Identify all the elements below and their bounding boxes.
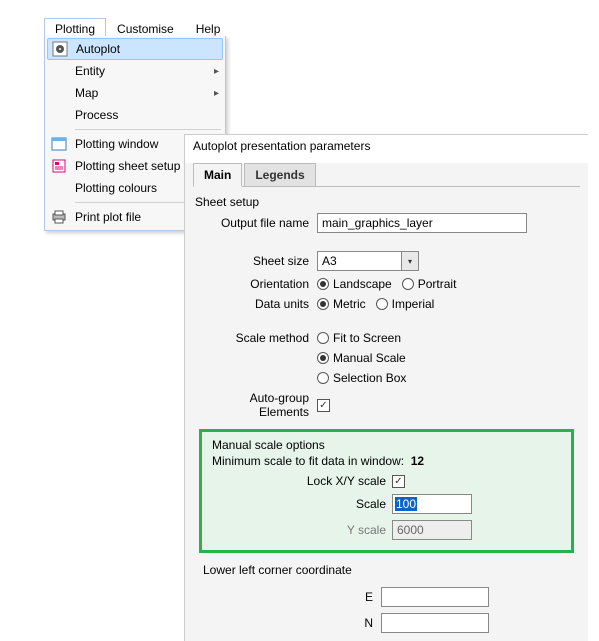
menu-item-autoplot[interactable]: Autoplot (47, 38, 223, 60)
menu-item-process[interactable]: Process (47, 104, 223, 126)
n-label: N (201, 616, 381, 630)
yscale-label: Y scale (212, 523, 392, 537)
radio-dot-icon (317, 298, 329, 310)
radio-circle-icon (317, 332, 329, 344)
menu-item-map-label: Map (69, 86, 207, 100)
lock-xy-label: Lock X/Y scale (212, 474, 392, 488)
radio-dot-icon (317, 352, 329, 364)
chevron-right-icon: ▸ (207, 88, 219, 99)
lower-left-label: Lower left corner coordinate (203, 563, 572, 577)
auto-group-check[interactable]: ✓ (317, 399, 330, 412)
radio-fit-to-screen[interactable]: Fit to Screen (317, 331, 401, 345)
menu-customise-label: Customise (117, 22, 174, 36)
tab-legends[interactable]: Legends (244, 163, 315, 187)
chevron-down-icon[interactable]: ▾ (401, 251, 419, 271)
scale-input[interactable]: 100 (392, 494, 472, 514)
radio-circle-icon (317, 372, 329, 384)
scale-method-label: Scale method (201, 331, 317, 345)
menu-item-entity-label: Entity (69, 64, 207, 78)
radio-dot-icon (317, 278, 329, 290)
radio-landscape[interactable]: Landscape (317, 277, 392, 291)
radio-manual-scale[interactable]: Manual Scale (317, 351, 406, 365)
manual-scale-options-box: Manual scale options Minimum scale to fi… (199, 429, 574, 553)
scale-label: Scale (212, 497, 392, 511)
sheet-size-combo[interactable]: ▾ (317, 251, 419, 271)
min-scale-label: Minimum scale to fit data in window: (212, 454, 404, 468)
tabs: Main Legends (193, 163, 580, 187)
radio-selbox-label: Selection Box (333, 371, 406, 385)
orientation-label: Orientation (201, 277, 317, 291)
autoplot-dialog: Autoplot presentation parameters Main Le… (184, 134, 588, 641)
dialog-title: Autoplot presentation parameters (185, 135, 588, 163)
tab-legends-label: Legends (255, 168, 304, 182)
radio-portrait[interactable]: Portrait (402, 277, 457, 291)
e-label: E (201, 590, 381, 604)
radio-metric-label: Metric (333, 297, 366, 311)
sheet-setup-label: Sheet setup (195, 195, 580, 209)
auto-group-label: Auto-group Elements (201, 391, 317, 419)
e-input[interactable] (381, 587, 489, 607)
check-icon: ✓ (392, 475, 405, 488)
menu-item-process-label: Process (69, 108, 219, 122)
menu-item-autoplot-label: Autoplot (70, 42, 218, 56)
sheet-setup-icon (49, 158, 69, 174)
manual-scale-options-label: Manual scale options (212, 438, 561, 452)
radio-circle-icon (376, 298, 388, 310)
radio-imperial-label: Imperial (392, 297, 435, 311)
window-icon (49, 136, 69, 152)
sheet-size-label: Sheet size (201, 254, 317, 268)
sheet-size-input[interactable] (317, 251, 401, 271)
autoplot-icon (50, 41, 70, 57)
output-file-input[interactable] (317, 213, 527, 233)
tab-main[interactable]: Main (193, 163, 242, 187)
yscale-input (392, 520, 472, 540)
radio-metric[interactable]: Metric (317, 297, 366, 311)
scale-value-selected: 100 (395, 497, 417, 511)
data-units-label: Data units (201, 297, 317, 311)
panel-main: Sheet setup Output file name Sheet size … (193, 186, 580, 633)
menu-item-entity[interactable]: Entity ▸ (47, 60, 223, 82)
output-file-label: Output file name (201, 216, 317, 230)
radio-imperial[interactable]: Imperial (376, 297, 435, 311)
chevron-right-icon: ▸ (207, 66, 219, 77)
n-input[interactable] (381, 613, 489, 633)
separator (75, 129, 221, 130)
radio-fit-label: Fit to Screen (333, 331, 401, 345)
menu-item-map[interactable]: Map ▸ (47, 82, 223, 104)
radio-selection-box[interactable]: Selection Box (317, 371, 406, 385)
check-icon: ✓ (317, 399, 330, 412)
min-scale-value: 12 (411, 454, 424, 468)
dialog-body: Main Legends Sheet setup Output file nam… (185, 163, 588, 641)
radio-landscape-label: Landscape (333, 277, 392, 291)
radio-portrait-label: Portrait (418, 277, 457, 291)
tab-main-label: Main (204, 168, 231, 182)
radio-circle-icon (402, 278, 414, 290)
radio-manual-label: Manual Scale (333, 351, 406, 365)
print-icon (49, 209, 69, 225)
menu-plotting-label: Plotting (55, 22, 95, 36)
menu-help-label: Help (196, 22, 221, 36)
lock-xy-check[interactable]: ✓ (392, 475, 405, 488)
